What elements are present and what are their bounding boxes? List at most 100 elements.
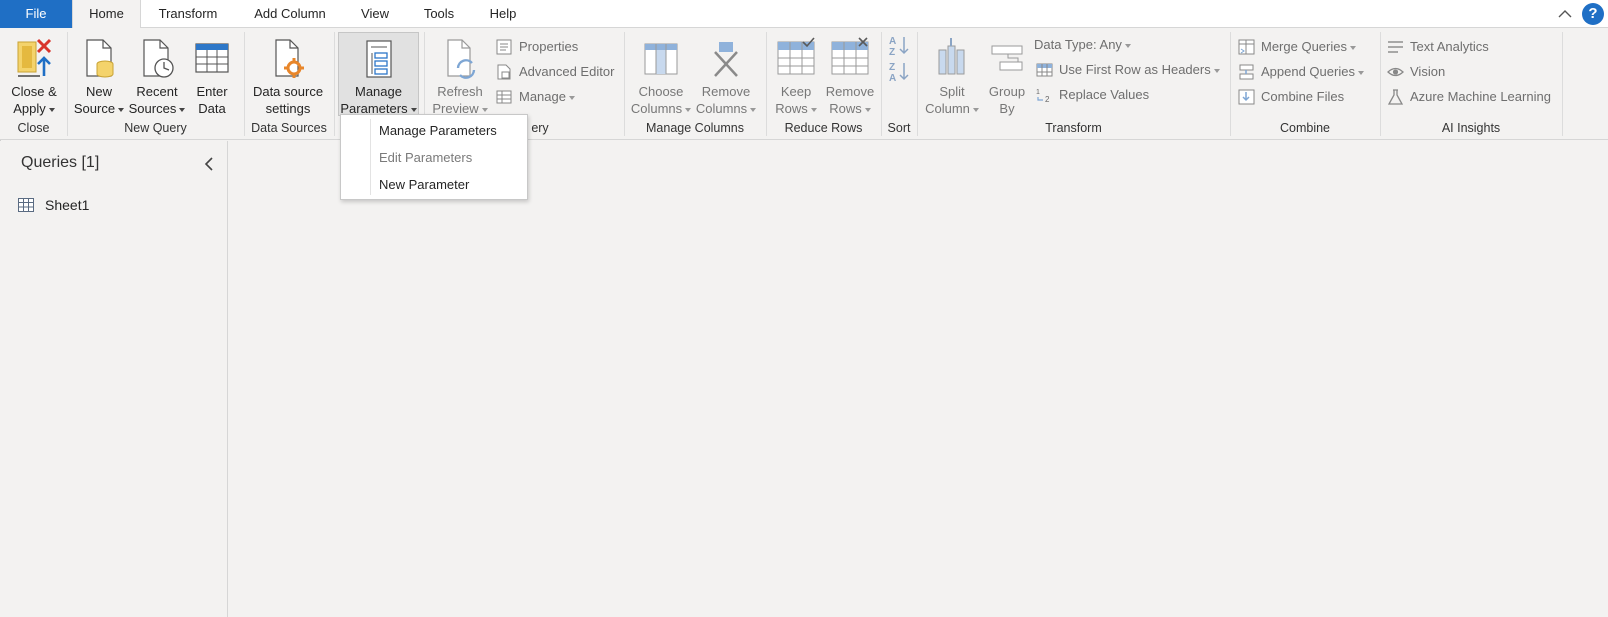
table-icon (195, 43, 229, 73)
tab-view[interactable]: View (345, 0, 405, 28)
data-source-settings-line1: Data source (252, 84, 324, 99)
use-first-row-label: Use First Row as Headers (1059, 59, 1220, 81)
manage-parameters-menu: Manage Parameters Edit Parameters New Pa… (340, 114, 528, 200)
settings-gear-icon (275, 39, 304, 78)
tab-transform[interactable]: Transform (141, 0, 235, 28)
queries-pane: Queries [1] Sheet1 (0, 141, 228, 617)
recent-sources-line1: Recent (136, 84, 178, 99)
new-source-button[interactable]: New Source (72, 32, 126, 118)
chevron-down-icon (810, 107, 817, 112)
recent-sources-button[interactable]: Recent Sources (127, 32, 187, 118)
group-label-manage-columns: Manage Columns (646, 121, 744, 135)
close-apply-button[interactable]: Close & Apply (6, 32, 62, 118)
merge-queries-text: Merge Queries (1261, 39, 1347, 54)
vision-label: Vision (1410, 64, 1446, 79)
keep-rows-line2: Rows (775, 101, 808, 116)
ribbon: Close & Apply Close New Source Recent Sourc… (0, 28, 1608, 140)
enter-data-line1: Enter (196, 84, 228, 99)
menu-gutter (370, 119, 371, 195)
choose-columns-button[interactable]: Choose Columns (628, 32, 694, 118)
chevron-down-icon (1124, 43, 1131, 48)
manage-parameters-button[interactable]: Manage Parameters (338, 32, 419, 116)
replace-values-icon: 12 (1036, 89, 1050, 103)
chevron-down-icon (118, 107, 125, 112)
remove-columns-icon (714, 42, 738, 77)
keep-rows-line1: Keep (780, 84, 812, 99)
chevron-down-icon (410, 107, 417, 112)
replace-values-label: Replace Values (1059, 87, 1150, 102)
chevron-down-icon (1349, 45, 1356, 50)
data-type-label: Data Type: Any (1034, 34, 1131, 56)
group-separator (1562, 32, 1563, 136)
remove-columns-line1: Remove (701, 84, 751, 99)
collapse-pane-icon[interactable] (202, 156, 216, 172)
use-first-row-text: Use First Row as Headers (1059, 62, 1211, 77)
remove-columns-button[interactable]: Remove Columns (694, 32, 758, 118)
choose-columns-line2: Columns (630, 101, 683, 116)
split-column-line1: Split (939, 84, 965, 99)
remove-columns-line2: Columns (695, 101, 748, 116)
text-analytics-icon (1388, 41, 1403, 53)
close-apply-line1: Close & (11, 84, 57, 99)
remove-rows-icon (831, 37, 869, 75)
keep-rows-button[interactable]: Keep Rows (770, 32, 822, 118)
split-column-button[interactable]: Split Column (922, 32, 982, 118)
sort-ascending-icon[interactable]: A Z (888, 34, 910, 56)
group-label-new-query: New Query (124, 121, 187, 135)
data-source-settings-line2: settings (265, 101, 311, 116)
text-analytics-label: Text Analytics (1410, 39, 1489, 54)
remove-rows-button[interactable]: Remove Rows (822, 32, 878, 118)
tab-file[interactable]: File (0, 0, 72, 28)
chevron-down-icon (48, 107, 55, 112)
new-source-line2: Source (73, 101, 116, 116)
svg-text:A: A (889, 36, 896, 47)
enter-data-button[interactable]: Enter Data (188, 32, 236, 118)
chevron-down-icon (972, 107, 979, 112)
group-label-ai-insights: AI Insights (1441, 121, 1501, 135)
menu-item-manage-parameters[interactable]: Manage Parameters (379, 118, 497, 144)
help-button[interactable]: ? (1582, 3, 1604, 25)
advanced-editor-icon (497, 64, 511, 80)
refresh-icon (447, 39, 476, 79)
sort-descending-icon[interactable]: Z A (888, 60, 910, 82)
advanced-editor-label: Advanced Editor (519, 64, 615, 79)
manage-parameters-line1: Manage (355, 84, 402, 99)
tab-tools[interactable]: Tools (405, 0, 473, 28)
query-item-label: Sheet1 (45, 197, 90, 213)
tab-home[interactable]: Home (72, 0, 141, 29)
group-label-reduce-rows: Reduce Rows (784, 121, 863, 135)
table-icon (18, 198, 34, 212)
remove-rows-line1: Remove (825, 84, 875, 99)
flask-icon (1387, 89, 1404, 105)
enter-data-line2: Data (198, 101, 226, 116)
manage-label: Manage (519, 86, 575, 108)
tab-add-column[interactable]: Add Column (235, 0, 345, 28)
svg-text:Z: Z (889, 47, 895, 56)
group-label-data-sources: Data Sources (251, 121, 327, 135)
menu-item-edit-parameters: Edit Parameters (379, 150, 473, 165)
parameters-icon (365, 40, 392, 78)
tab-help[interactable]: Help (473, 0, 533, 28)
menu-item-new-parameter[interactable]: New Parameter (379, 172, 469, 198)
close-apply-line2: Apply (13, 101, 46, 116)
manage-label-text: Manage (519, 89, 566, 104)
group-by-line2: By (999, 101, 1015, 116)
manage-table-icon (496, 90, 512, 104)
merge-queries-icon (1238, 39, 1255, 55)
append-queries-label: Append Queries (1261, 61, 1364, 83)
chevron-down-icon (568, 95, 575, 100)
refresh-preview-button[interactable]: Refresh Preview (428, 32, 492, 118)
data-source-settings-button[interactable]: Data source settings (248, 32, 328, 118)
close-apply-icon (17, 38, 52, 77)
keep-rows-icon (777, 37, 815, 75)
chevron-down-icon (179, 107, 186, 112)
group-by-button[interactable]: Group By (984, 32, 1030, 118)
group-label-combine: Combine (1279, 121, 1331, 135)
query-item[interactable]: Sheet1 (18, 194, 218, 218)
recent-sources-icon (143, 39, 174, 78)
collapse-ribbon-icon[interactable] (1556, 5, 1574, 23)
chevron-down-icon (1213, 68, 1220, 73)
combine-files-icon (1238, 89, 1255, 105)
eye-icon (1387, 67, 1404, 77)
chevron-down-icon (750, 107, 757, 112)
